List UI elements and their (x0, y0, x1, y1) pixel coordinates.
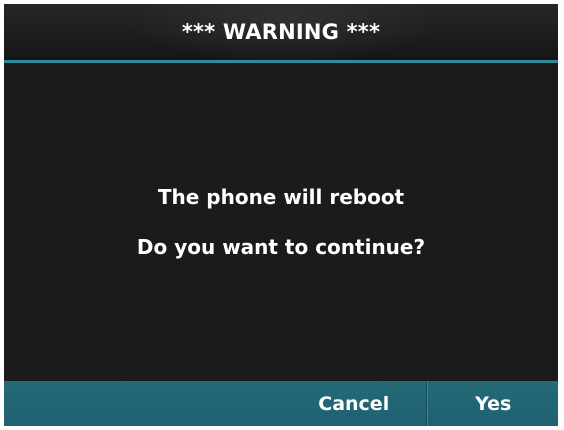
phone-screen: *** WARNING *** The phone will reboot Do… (4, 4, 558, 426)
softkey-1[interactable] (4, 381, 143, 426)
dialog-message: The phone will reboot Do you want to con… (4, 63, 558, 381)
dialog-title: *** WARNING *** (181, 20, 381, 44)
title-bar: *** WARNING *** (4, 4, 558, 60)
softkey-bar: Cancel Yes (4, 381, 558, 426)
softkey-2[interactable] (143, 381, 282, 426)
message-line-reboot: The phone will reboot (157, 185, 405, 209)
yes-button[interactable]: Yes (428, 381, 558, 426)
cancel-button[interactable]: Cancel (281, 381, 426, 426)
message-line-confirm: Do you want to continue? (136, 235, 426, 259)
